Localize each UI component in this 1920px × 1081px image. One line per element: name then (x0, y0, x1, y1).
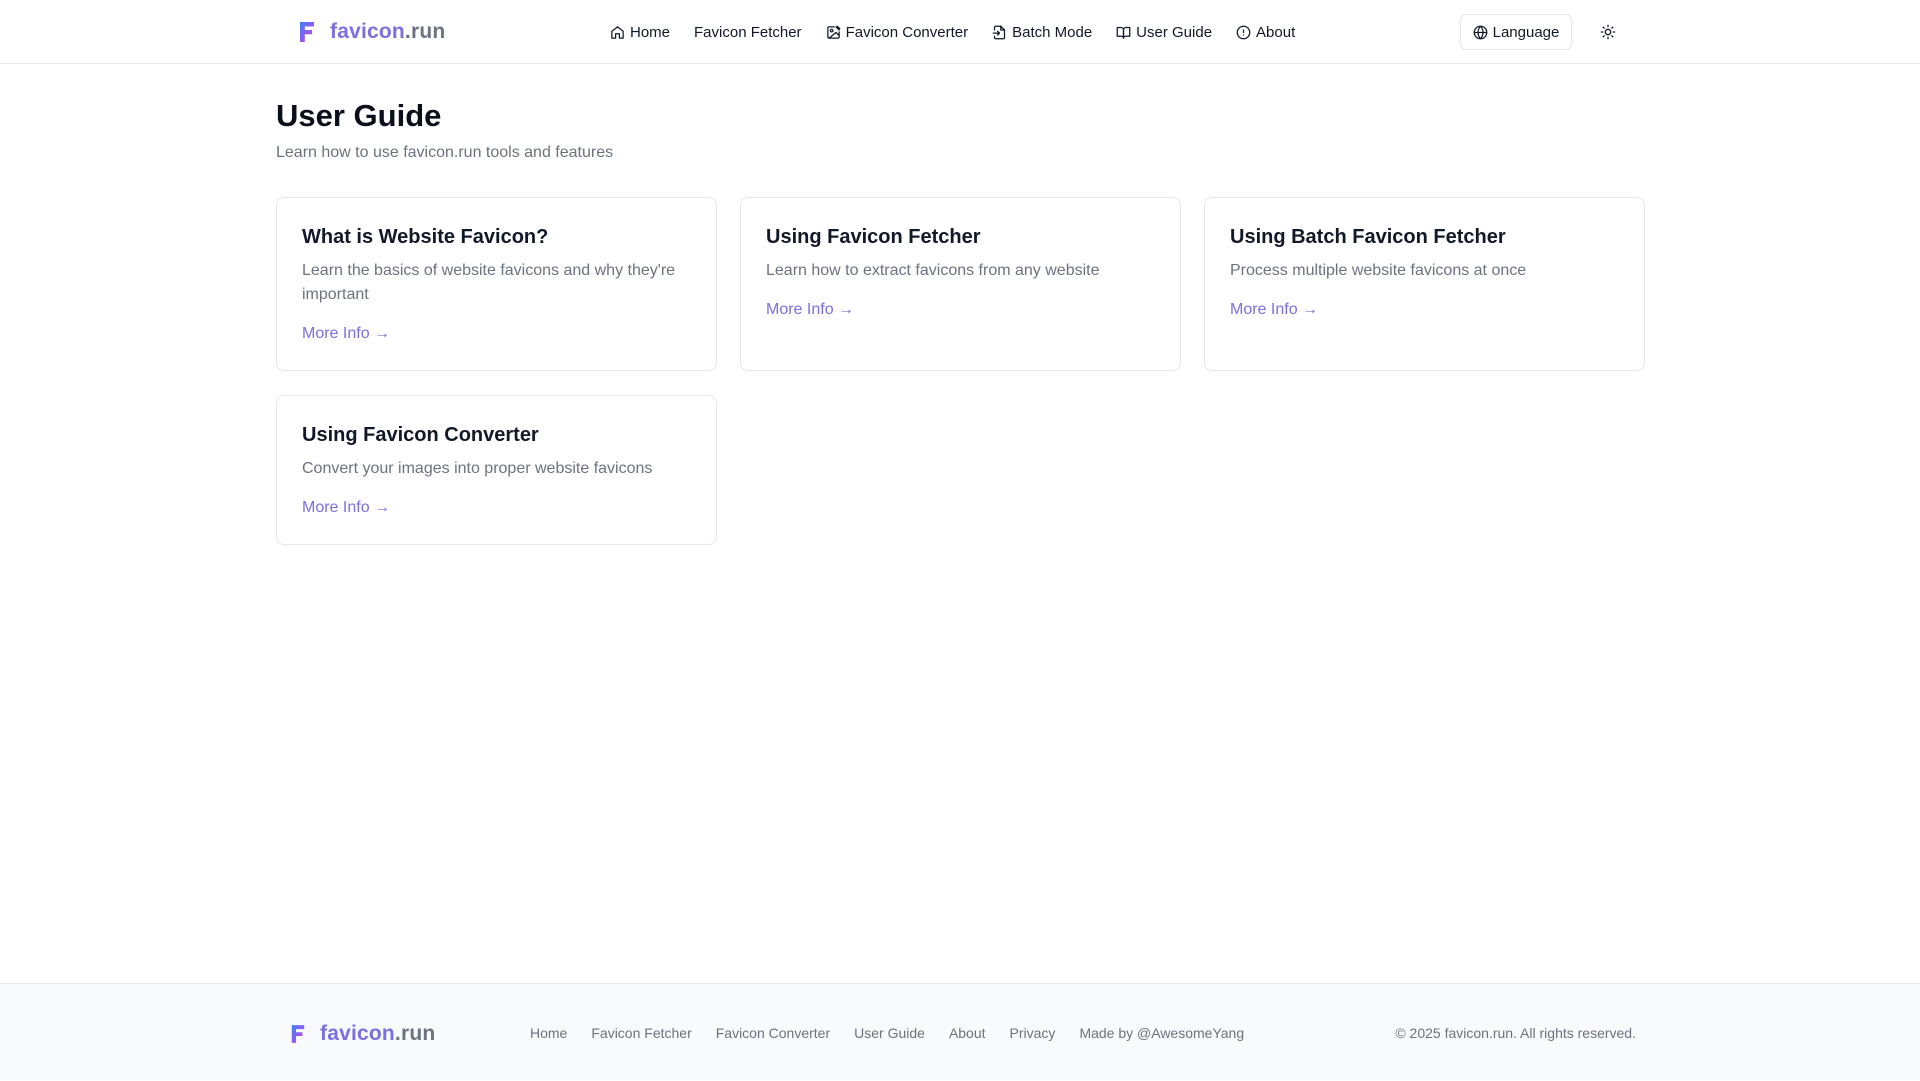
nav-home-label: Home (630, 23, 671, 41)
footer-link-privacy[interactable]: Privacy (1010, 1025, 1056, 1041)
language-button[interactable]: Language (1460, 14, 1572, 50)
more-info-link[interactable]: More Info → (766, 299, 854, 321)
nav-favicon-fetcher-label: Favicon Fetcher (694, 23, 802, 41)
footer-nav: Home Favicon Fetcher Favicon Converter U… (530, 984, 1268, 1081)
logo-link[interactable]: favicon.run (298, 18, 445, 46)
card-title: Using Favicon Converter (302, 424, 539, 446)
nav-favicon-fetcher[interactable]: Favicon Fetcher (694, 24, 802, 41)
main-nav: Home Favicon Fetcher Favicon Converter B… (610, 0, 1319, 64)
nav-batch-mode-label: Batch Mode (1012, 23, 1093, 41)
logo-f-icon (300, 22, 314, 42)
guide-card-what-is-favicon[interactable]: What is Website Favicon? Learn the basic… (276, 197, 717, 371)
footer-link-home[interactable]: Home (530, 1025, 567, 1041)
file-import-icon (992, 25, 1006, 39)
footer: favicon.run Home Favicon Fetcher Favicon… (0, 983, 1920, 1080)
info-icon (1236, 25, 1251, 39)
card-description: Learn the basics of website favicons and… (302, 262, 676, 303)
theme-toggle-button[interactable] (1598, 20, 1618, 44)
book-open-icon (1116, 26, 1131, 39)
logo-text: favicon.run (330, 20, 446, 43)
nav-about[interactable]: About (1236, 24, 1295, 41)
top-navbar: favicon.run Home Favicon Fetcher Favicon… (0, 0, 1920, 64)
nav-user-guide[interactable]: User Guide (1116, 24, 1212, 41)
footer-link-about[interactable]: About (949, 1025, 986, 1041)
image-edit-icon (826, 25, 840, 39)
more-info-link[interactable]: More Info → (302, 323, 390, 345)
footer-link-user-guide[interactable]: User Guide (854, 1025, 925, 1041)
card-title: Using Batch Favicon Fetcher (1230, 226, 1506, 248)
guide-card-favicon-converter[interactable]: Using Favicon Converter Convert your ima… (276, 395, 717, 545)
copyright-text: © 2025 favicon.run. All rights reserved. (1395, 1024, 1636, 1041)
guide-card-batch-fetcher[interactable]: Using Batch Favicon Fetcher Process mult… (1204, 197, 1645, 371)
card-description: Learn how to extract favicons from any w… (766, 262, 1100, 279)
logo-f-icon (291, 1025, 305, 1043)
nav-batch-mode[interactable]: Batch Mode (992, 24, 1092, 41)
nav-user-guide-label: User Guide (1136, 23, 1213, 41)
card-description: Process multiple website favicons at onc… (1230, 262, 1527, 279)
more-info-link[interactable]: More Info → (1230, 299, 1318, 321)
page-subtitle: Learn how to use favicon.run tools and f… (276, 144, 614, 161)
nav-home[interactable]: Home (610, 24, 670, 41)
nav-favicon-converter[interactable]: Favicon Converter (826, 23, 969, 41)
footer-link-favicon-converter[interactable]: Favicon Converter (716, 1025, 830, 1041)
card-title: Using Favicon Fetcher (766, 226, 981, 248)
card-description: Convert your images into proper website … (302, 460, 653, 477)
more-info-link[interactable]: More Info → (302, 497, 390, 519)
guide-card-favicon-fetcher[interactable]: Using Favicon Fetcher Learn how to extra… (740, 197, 1181, 371)
sun-icon (1600, 24, 1616, 40)
footer-logo-text: favicon.run (320, 1022, 436, 1045)
card-title: What is Website Favicon? (302, 226, 549, 248)
footer-link-favicon-fetcher[interactable]: Favicon Fetcher (591, 1025, 691, 1041)
nav-about-label: About (1256, 23, 1296, 41)
footer-link-author[interactable]: Made by @AwesomeYang (1079, 1025, 1244, 1041)
home-icon (611, 25, 624, 39)
globe-icon (1473, 25, 1487, 39)
nav-favicon-converter-label: Favicon Converter (845, 23, 969, 41)
footer-logo-link[interactable]: favicon.run (290, 1020, 435, 1048)
language-label: Language (1492, 23, 1560, 41)
page-title: User Guide (276, 98, 442, 133)
